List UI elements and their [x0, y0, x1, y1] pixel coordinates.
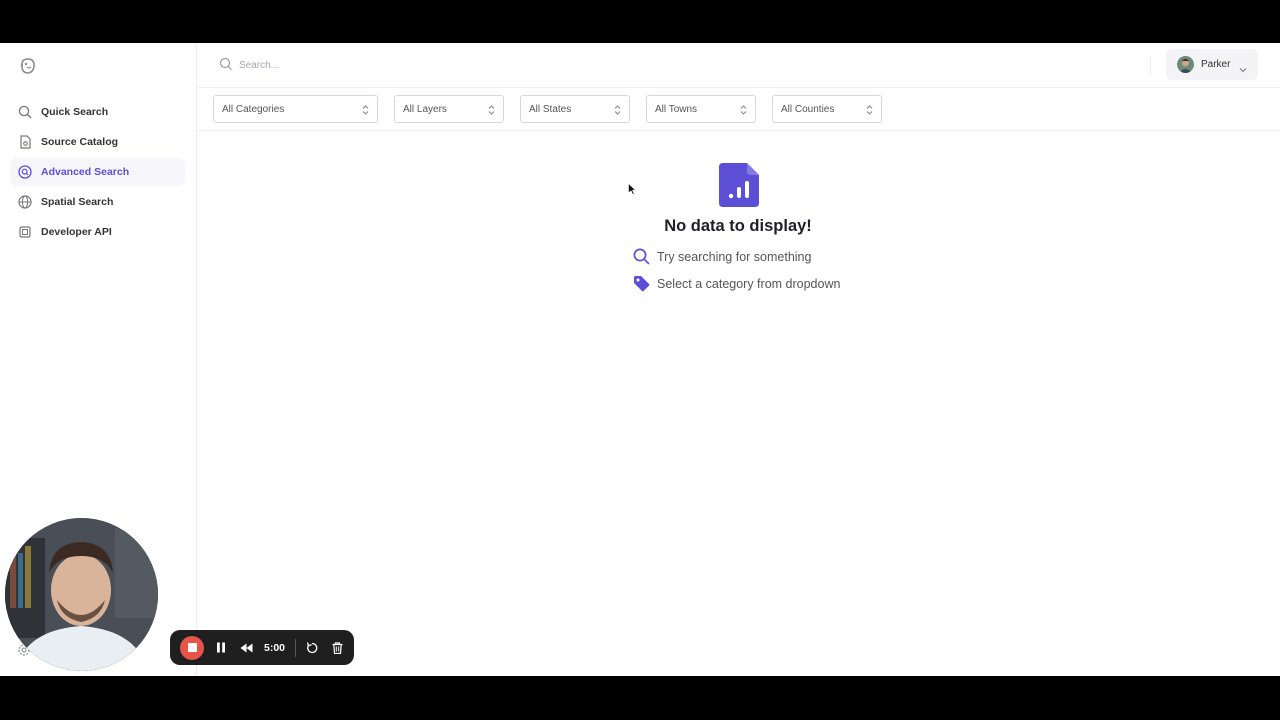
sidebar-nav: Quick Search Source Catalog Advanced Sea… — [10, 98, 185, 248]
town-select[interactable]: All Towns — [646, 95, 756, 123]
sidebar-item-advanced-search[interactable]: Advanced Search — [10, 158, 185, 186]
select-value: All Towns — [655, 103, 698, 115]
hint-text: Try searching for something — [657, 249, 812, 264]
restart-icon — [306, 641, 318, 653]
sidebar-item-label: Quick Search — [41, 106, 109, 118]
top-header: Parker — [197, 43, 1280, 88]
state-select[interactable]: All States — [520, 95, 630, 123]
letterbox-top — [0, 0, 1280, 43]
search-input[interactable] — [239, 55, 619, 75]
toolbar-divider — [295, 638, 297, 657]
search-icon — [633, 248, 650, 265]
letterbox-bottom — [0, 676, 1280, 720]
rewind-button[interactable] — [238, 640, 254, 656]
pause-icon — [217, 642, 225, 653]
search-icon — [17, 105, 32, 120]
county-select[interactable]: All Counties — [772, 95, 882, 123]
stop-recording-button[interactable] — [180, 635, 204, 660]
app-logo-icon[interactable] — [18, 56, 38, 76]
tag-icon — [633, 275, 650, 292]
app-window: Quick Search Source Catalog Advanced Sea… — [0, 43, 1280, 676]
sidebar-item-label: Developer API — [41, 226, 112, 238]
search-icon — [219, 57, 233, 71]
user-name: Parker — [1201, 59, 1231, 70]
webcam-overlay[interactable] — [5, 518, 158, 671]
rewind-icon — [240, 643, 252, 652]
stop-icon — [187, 643, 197, 652]
filter-bar: All Categories All Layers All States All… — [197, 88, 1280, 131]
hint-category: Select a category from dropdown — [633, 275, 840, 292]
target-search-icon — [17, 165, 32, 180]
select-value: All States — [529, 103, 572, 115]
chevron-updown-icon — [614, 104, 621, 116]
select-value: All Counties — [781, 103, 835, 115]
document-icon — [17, 135, 32, 150]
recording-timer: 5:00 — [264, 641, 286, 654]
chevron-updown-icon — [866, 104, 873, 116]
sidebar-item-spatial-search[interactable]: Spatial Search — [10, 188, 185, 216]
delete-button[interactable] — [329, 640, 345, 656]
chevron-updown-icon — [362, 104, 369, 116]
chevron-updown-icon — [488, 104, 495, 116]
avatar — [1177, 56, 1194, 73]
sidebar-item-label: Source Catalog — [41, 136, 119, 148]
chevron-down-icon — [1239, 61, 1247, 72]
layer-select[interactable]: All Layers — [394, 95, 504, 123]
sidebar-item-developer-api[interactable]: Developer API — [10, 218, 185, 246]
sidebar-item-source-catalog[interactable]: Source Catalog — [10, 128, 185, 156]
select-value: All Categories — [222, 103, 285, 115]
select-value: All Layers — [403, 103, 447, 115]
hint-text: Select a category from dropdown — [657, 276, 841, 291]
restart-button[interactable] — [304, 640, 320, 656]
hint-search: Try searching for something — [633, 248, 811, 265]
chart-file-icon — [719, 163, 759, 207]
sidebar-item-quick-search[interactable]: Quick Search — [10, 98, 185, 126]
chip-icon — [17, 225, 32, 240]
user-menu-button[interactable]: Parker — [1166, 49, 1258, 80]
sidebar-item-label: Advanced Search — [41, 166, 130, 178]
header-divider — [1150, 55, 1151, 75]
globe-icon — [17, 195, 32, 210]
empty-state-title: No data to display! — [664, 217, 812, 235]
trash-icon — [332, 641, 343, 654]
chevron-updown-icon — [740, 104, 747, 116]
category-select[interactable]: All Categories — [213, 95, 378, 123]
mouse-cursor-icon — [628, 182, 637, 195]
sidebar-item-label: Spatial Search — [41, 196, 114, 208]
recording-toolbar: 5:00 — [170, 630, 354, 665]
pause-button[interactable] — [213, 640, 229, 656]
